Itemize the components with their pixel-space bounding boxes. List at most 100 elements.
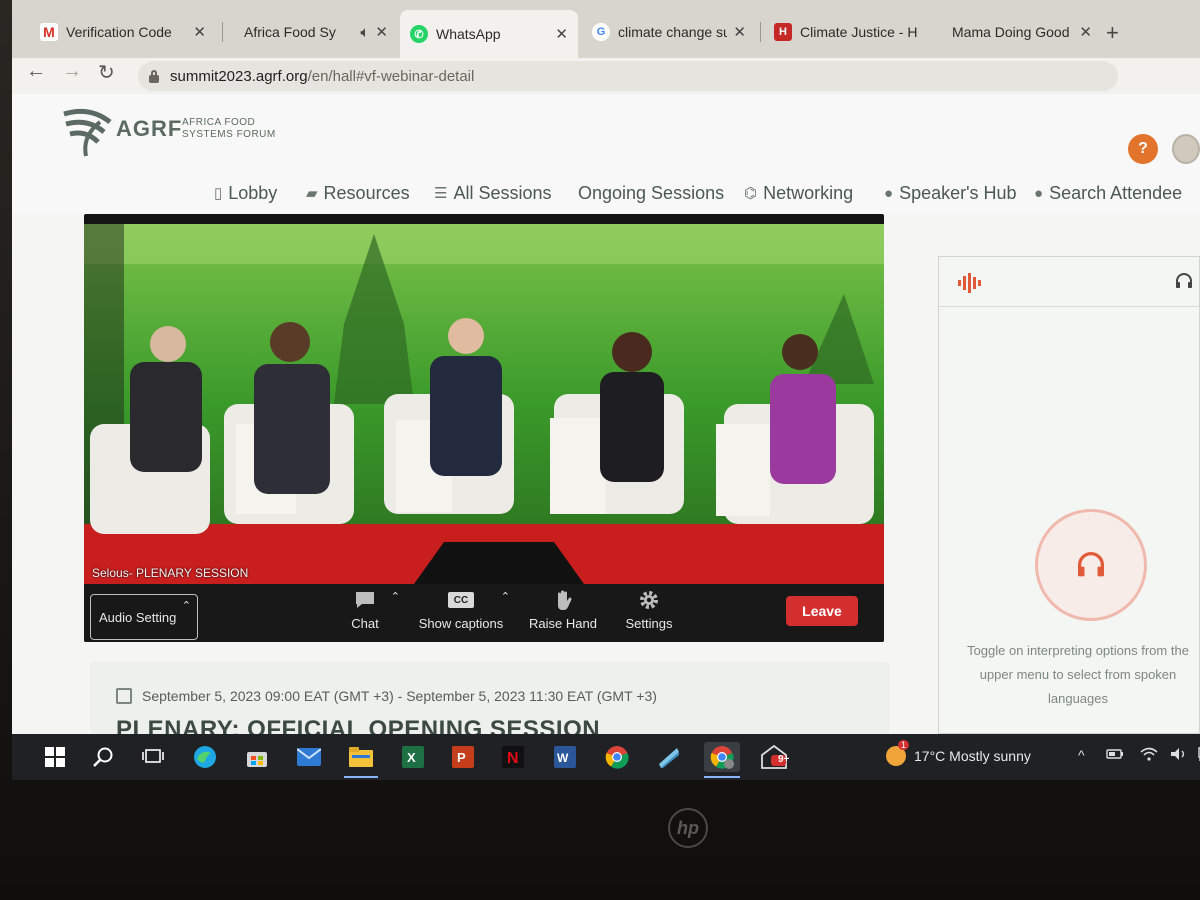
weather-text: 17°C Mostly sunny [914,748,1031,764]
logo-name: AGRF [116,116,183,141]
nav-label: Ongoing Sessions [578,182,725,203]
raise-hand-button[interactable]: Raise Hand [518,588,608,631]
headphones-icon[interactable] [1175,273,1193,294]
store-icon[interactable] [242,742,272,772]
nav-all-sessions[interactable]: ☰ All Sessions [434,176,552,210]
lock-icon [148,69,160,83]
word-icon[interactable]: W [550,742,580,772]
captions-label: Show captions [418,616,504,631]
tab-climate-change[interactable]: G climate change sur ✕ [582,12,756,52]
close-icon[interactable]: ✕ [1079,23,1092,41]
tab-africa-food-systems[interactable]: Africa Food Sy 🔈︎ ✕ [234,12,398,52]
nav-speakers-hub[interactable]: ● Speaker's Hub [884,176,1017,210]
mail-icon[interactable] [294,742,324,772]
user-avatar[interactable] [1172,134,1200,164]
notification-badge: 9+ [778,754,790,765]
h-icon: H [774,23,792,41]
show-captions-button[interactable]: CC Show captions ⌃ [416,588,510,631]
nav-resources[interactable]: ▰ Resources [306,176,410,210]
windows-taskbar: X P N W 9+ 1 17°C Mostly sunny ^ [12,734,1200,780]
tab-climate-justice[interactable]: H Climate Justice - H [764,12,940,52]
netflix-icon[interactable]: N [498,742,528,772]
chrome-profile-icon[interactable] [704,742,740,772]
edge-icon[interactable] [190,742,220,772]
chevron-up-icon: ⌃ [181,600,191,612]
active-app-indicator [704,776,740,778]
site-header: AGRF AFRICA FOOD SYSTEMS FORUM ? ▯ Lobby… [12,94,1200,214]
laptop: M Verification Code ✕ Africa Food Sy 🔈︎ … [0,0,1200,900]
agrf-logo-mark-icon [63,108,112,157]
nav-label: Resources [323,182,410,203]
calendar-icon [116,688,132,704]
video-player[interactable]: Selous- PLENARY SESSION Audio Setting ⌃ … [84,214,884,642]
back-icon[interactable]: ← [26,60,46,83]
interpretation-panel: Toggle on interpreting options from the … [938,256,1200,734]
lobby-icon: ▯ [214,185,223,202]
help-button[interactable]: ? [1128,134,1158,164]
tab-title: climate change sur [618,24,728,40]
tab-mama-doing-good[interactable]: Mama Doing Good ✕ [942,12,1102,52]
new-tab-icon[interactable]: + [1106,20,1119,46]
agrf-logo[interactable]: AGRF AFRICA FOOD SYSTEMS FORUM [60,100,280,158]
audio-wave-icon [958,273,981,293]
tab-title: Mama Doing Good [952,24,1070,40]
speaker-icon[interactable]: 🔈︎ [360,24,369,41]
tab-title: WhatsApp [436,26,501,42]
settings-label: Settings [625,616,673,631]
url-path: /en/hall#vf-webinar-detail [307,67,475,85]
chevron-up-icon[interactable]: ⌃ [501,590,510,603]
interpretation-toggle[interactable] [1035,509,1147,621]
user-icon: ● [1034,184,1044,202]
audio-setting-button[interactable]: Audio Setting ⌃ [90,594,198,640]
user-icon: ● [884,184,894,202]
forward-icon[interactable]: → [62,60,82,83]
chevron-up-icon[interactable]: ^ [1078,747,1085,763]
active-app-indicator [344,776,378,778]
weather-widget[interactable]: 1 17°C Mostly sunny [886,740,1031,766]
whatsapp-icon: ✆ [410,25,428,43]
close-icon[interactable]: ✕ [375,23,388,41]
windows-start-icon[interactable] [40,742,70,772]
url-host: summit2023.agrf.org [170,67,308,85]
nav-label: All Sessions [453,182,552,203]
leave-button[interactable]: Leave [786,596,858,626]
powerpoint-icon[interactable]: P [448,742,478,772]
sun-icon: 1 [886,740,910,766]
close-icon[interactable]: ✕ [555,25,568,43]
nav-ongoing-sessions[interactable]: Ongoing Sessions [578,176,724,210]
file-explorer-icon[interactable] [346,742,376,772]
wifi-icon[interactable] [1140,747,1158,764]
svg-text:N: N [507,750,519,767]
live-video-stage [84,224,884,584]
session-label: Selous- PLENARY SESSION [92,566,249,580]
google-icon: G [592,23,610,41]
raise-hand-label: Raise Hand [529,616,597,631]
chat-button[interactable]: Chat ⌃ [320,588,410,631]
tab-verification-code[interactable]: M Verification Code ✕ [30,12,216,52]
chevron-up-icon[interactable]: ⌃ [391,590,400,603]
hp-logo: hp [668,808,708,848]
reload-icon[interactable]: ↻ [98,60,115,85]
tab-divider [760,22,761,42]
close-icon[interactable]: ✕ [193,23,206,41]
chrome-icon[interactable] [602,742,632,772]
excel-icon[interactable]: X [398,742,428,772]
nav-networking[interactable]: ⌬ Networking [744,176,853,210]
volume-icon[interactable] [1170,747,1188,764]
mail-notify-icon[interactable]: 9+ [756,742,792,772]
address-bar[interactable]: summit2023.agrf.org/en/hall#vf-webinar-d… [138,61,1118,91]
nav-search-attendee[interactable]: ● Search Attendee [1034,176,1182,210]
battery-icon[interactable] [1106,747,1124,763]
app-icon[interactable] [654,742,684,772]
nav-lobby[interactable]: ▯ Lobby [214,176,277,210]
settings-button[interactable]: Settings [604,588,694,631]
search-icon[interactable] [88,742,118,772]
gmail-icon: M [40,23,58,41]
nav-label: Search Attendee [1049,182,1183,203]
tab-whatsapp[interactable]: ✆ WhatsApp ✕ [400,10,578,58]
list-icon: ☰ [434,185,448,202]
task-view-icon[interactable] [138,742,168,772]
tab-title: Africa Food Sy [244,24,336,40]
close-icon[interactable]: ✕ [733,23,746,41]
logo-subtitle: AFRICA FOOD [182,117,256,128]
